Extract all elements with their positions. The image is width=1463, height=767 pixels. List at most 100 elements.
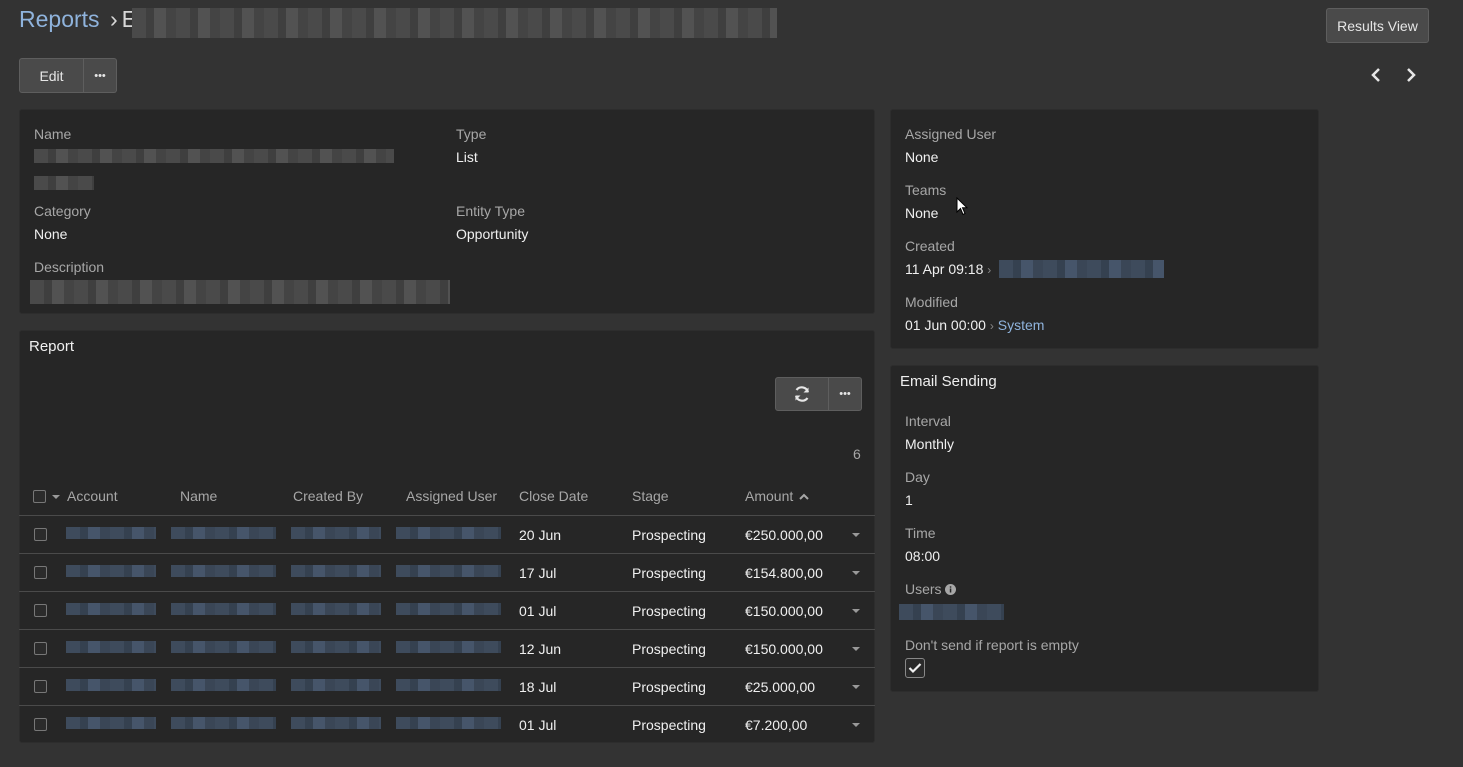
row-actions-dropdown-icon[interactable] bbox=[852, 647, 860, 651]
row-checkbox[interactable] bbox=[34, 604, 47, 617]
table-row[interactable]: 01 Jul Prospecting €150.000,00 bbox=[19, 591, 875, 629]
row-checkbox[interactable] bbox=[34, 642, 47, 655]
row-actions-dropdown-icon[interactable] bbox=[852, 533, 860, 537]
redacted-account[interactable] bbox=[66, 603, 156, 615]
column-stage[interactable]: Stage bbox=[632, 488, 669, 504]
redacted-assigned-user[interactable] bbox=[396, 527, 501, 539]
modified-separator: › bbox=[989, 319, 994, 333]
email-sending-panel: Email Sending Interval Monthly Day 1 Tim… bbox=[890, 365, 1319, 692]
redacted-account[interactable] bbox=[66, 717, 156, 729]
row-checkbox[interactable] bbox=[34, 528, 47, 541]
row-checkbox[interactable] bbox=[34, 566, 47, 579]
redacted-account[interactable] bbox=[66, 679, 156, 691]
breadcrumb: Reports › E bbox=[19, 6, 137, 33]
close-date-cell: 01 Jul bbox=[519, 603, 557, 619]
results-view-button[interactable]: Results View bbox=[1326, 8, 1429, 43]
report-title: Report bbox=[29, 338, 75, 355]
entity-type-label: Entity Type bbox=[456, 203, 526, 219]
redacted-name[interactable] bbox=[171, 603, 276, 615]
redacted-created-by[interactable] bbox=[291, 527, 381, 539]
redacted-created-by[interactable] bbox=[291, 565, 381, 577]
checkmark-icon bbox=[908, 663, 922, 674]
breadcrumb-separator: › bbox=[109, 6, 118, 32]
type-label: Type bbox=[456, 126, 487, 142]
redacted-name[interactable] bbox=[171, 641, 276, 653]
report-actions-group: ••• bbox=[775, 377, 862, 411]
modified-by-link[interactable]: System bbox=[998, 317, 1045, 333]
redacted-created-by[interactable] bbox=[291, 641, 381, 653]
action-button-group: Edit ••• bbox=[19, 58, 117, 93]
amount-cell: €150.000,00 bbox=[745, 603, 823, 619]
redacted-name[interactable] bbox=[171, 565, 276, 577]
more-actions-button[interactable]: ••• bbox=[84, 58, 117, 93]
column-amount[interactable]: Amount bbox=[745, 488, 809, 504]
refresh-button[interactable] bbox=[775, 377, 829, 411]
row-actions-dropdown-icon[interactable] bbox=[852, 571, 860, 575]
redacted-created-by[interactable] bbox=[291, 603, 381, 615]
created-value: 11 Apr 09:18 › bbox=[905, 261, 991, 277]
dont-send-empty-label: Don't send if report is empty bbox=[905, 637, 1079, 653]
email-sending-title: Email Sending bbox=[900, 373, 997, 390]
row-actions-dropdown-icon[interactable] bbox=[852, 609, 860, 613]
column-account[interactable]: Account bbox=[67, 488, 118, 504]
redacted-created-by[interactable] bbox=[999, 260, 1164, 278]
redacted-assigned-user[interactable] bbox=[396, 603, 501, 615]
table-row[interactable]: 20 Jun Prospecting €250.000,00 bbox=[19, 515, 875, 553]
entity-type-value: Opportunity bbox=[456, 226, 529, 242]
close-date-cell: 20 Jun bbox=[519, 527, 562, 543]
created-date: 11 Apr 09:18 bbox=[905, 261, 984, 277]
modified-value: 01 Jun 00:00 › System bbox=[905, 317, 1044, 333]
amount-cell: €150.000,00 bbox=[745, 641, 823, 657]
stage-cell: Prospecting bbox=[632, 717, 706, 733]
select-all-dropdown-icon[interactable] bbox=[52, 495, 60, 499]
table-row[interactable]: 17 Jul Prospecting €154.800,00 bbox=[19, 553, 875, 591]
stage-cell: Prospecting bbox=[632, 527, 706, 543]
stage-cell: Prospecting bbox=[632, 565, 706, 581]
redacted-users[interactable] bbox=[899, 604, 1004, 620]
redacted-assigned-user[interactable] bbox=[396, 641, 501, 653]
select-all-checkbox[interactable] bbox=[33, 490, 46, 503]
close-date-cell: 01 Jul bbox=[519, 717, 557, 733]
column-close-date[interactable]: Close Date bbox=[519, 488, 588, 504]
redacted-name[interactable] bbox=[171, 717, 276, 729]
name-label: Name bbox=[34, 126, 72, 142]
column-created-by[interactable]: Created By bbox=[293, 488, 363, 504]
assigned-user-label: Assigned User bbox=[905, 126, 997, 142]
interval-label: Interval bbox=[905, 413, 951, 429]
column-name[interactable]: Name bbox=[180, 488, 217, 504]
redacted-account[interactable] bbox=[66, 565, 156, 577]
dont-send-empty-checkbox[interactable] bbox=[905, 658, 925, 678]
row-actions-dropdown-icon[interactable] bbox=[852, 723, 860, 727]
redacted-created-by[interactable] bbox=[291, 679, 381, 691]
redacted-assigned-user[interactable] bbox=[396, 679, 501, 691]
redacted-assigned-user[interactable] bbox=[396, 717, 501, 729]
column-assigned-user[interactable]: Assigned User bbox=[406, 488, 497, 504]
table-row[interactable]: 12 Jun Prospecting €150.000,00 bbox=[19, 629, 875, 667]
edit-button[interactable]: Edit bbox=[19, 58, 84, 93]
redacted-assigned-user[interactable] bbox=[396, 565, 501, 577]
redacted-account[interactable] bbox=[66, 641, 156, 653]
row-checkbox[interactable] bbox=[34, 718, 47, 731]
breadcrumb-reports-link[interactable]: Reports bbox=[19, 6, 100, 32]
stage-cell: Prospecting bbox=[632, 603, 706, 619]
redacted-name[interactable] bbox=[171, 679, 276, 691]
teams-value: None bbox=[905, 205, 939, 221]
record-count: 6 bbox=[853, 446, 861, 462]
redacted-account[interactable] bbox=[66, 527, 156, 539]
redacted-name[interactable] bbox=[171, 527, 276, 539]
column-amount-label: Amount bbox=[745, 488, 794, 504]
description-label: Description bbox=[34, 259, 105, 275]
table-row[interactable]: 18 Jul Prospecting €25.000,00 bbox=[19, 667, 875, 705]
teams-label: Teams bbox=[905, 182, 947, 198]
table-row[interactable]: 01 Jul Prospecting €7.200,00 bbox=[19, 705, 875, 733]
report-more-button[interactable]: ••• bbox=[829, 377, 862, 411]
info-icon[interactable] bbox=[945, 584, 957, 595]
row-checkbox[interactable] bbox=[34, 680, 47, 693]
redacted-created-by[interactable] bbox=[291, 717, 381, 729]
row-actions-dropdown-icon[interactable] bbox=[852, 685, 860, 689]
side-panel: Assigned User None Teams None Created 11… bbox=[890, 109, 1319, 349]
previous-record-icon[interactable] bbox=[1364, 62, 1388, 88]
next-record-icon[interactable] bbox=[1399, 62, 1423, 88]
type-value: List bbox=[456, 149, 478, 165]
sort-ascending-icon bbox=[799, 493, 809, 500]
